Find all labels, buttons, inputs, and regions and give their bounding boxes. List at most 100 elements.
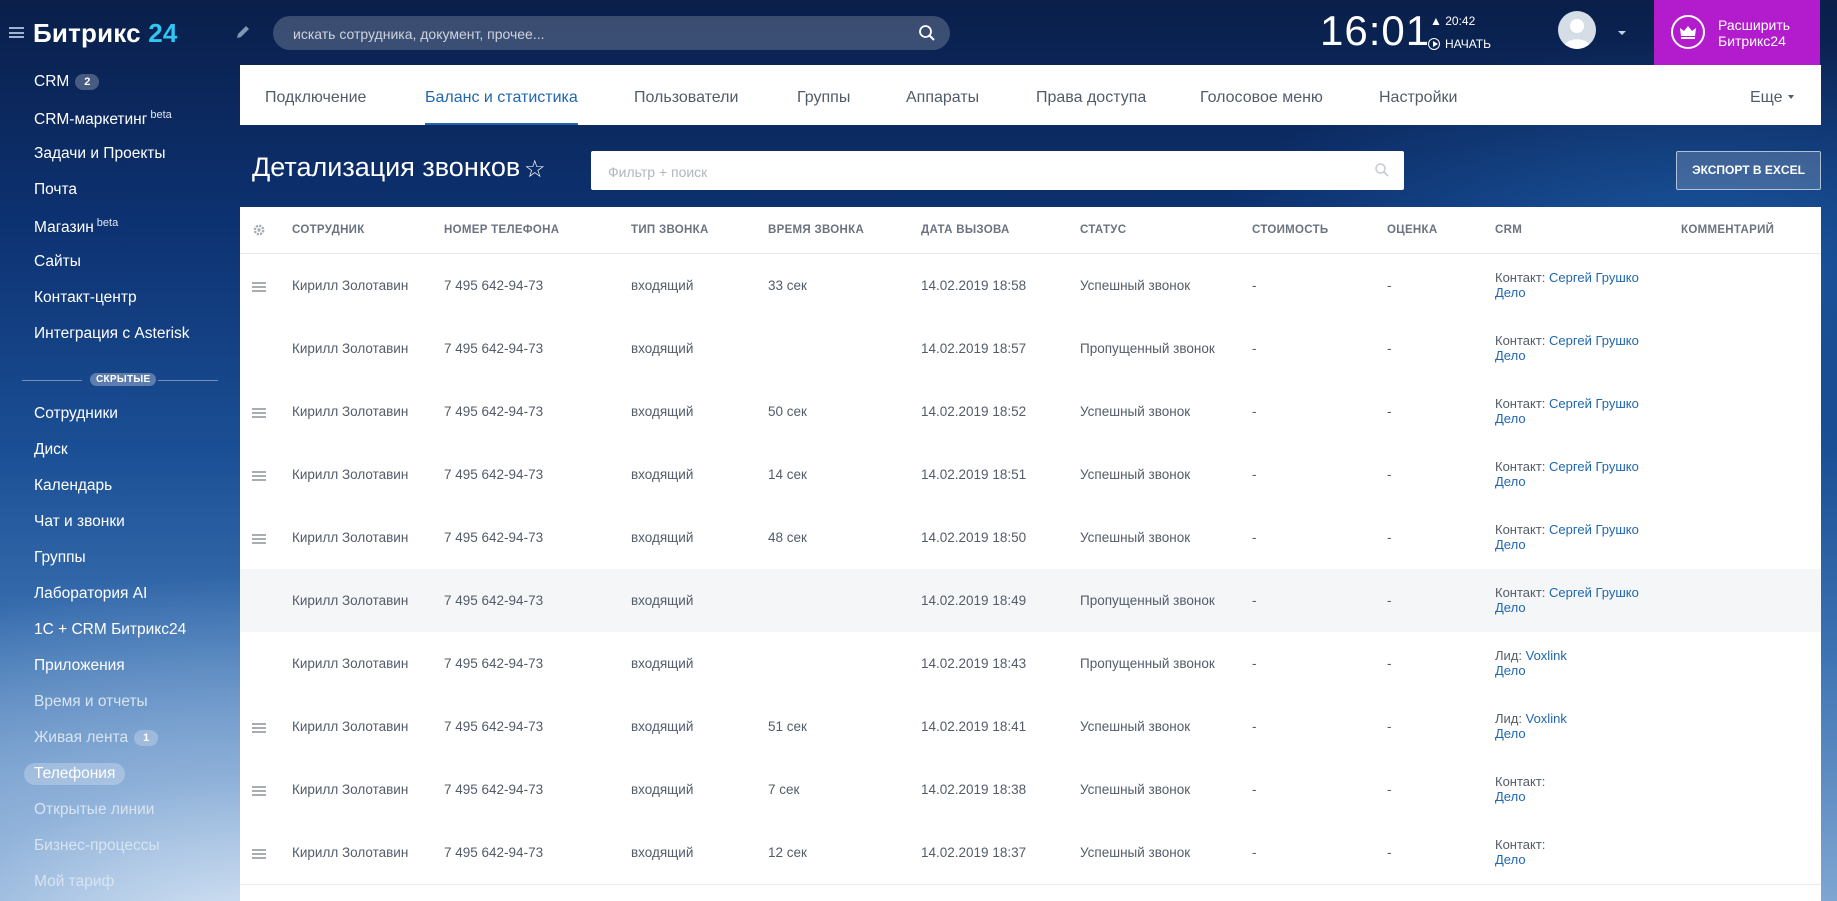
chevron-down-icon[interactable]: [1618, 31, 1626, 35]
sidebar-item-open-lines[interactable]: Открытые линии: [34, 801, 154, 819]
cell-employee: Кирилл Золотавин: [292, 530, 409, 545]
hidden-section-divider[interactable]: СКРЫТЫЕ: [22, 373, 218, 387]
sidebar-item-tasks[interactable]: Задачи и Проекты: [34, 145, 166, 163]
table-row[interactable]: Кирилл Золотавин 7 495 642-94-73 входящий 1…: [240, 443, 1821, 507]
tab-connection[interactable]: Подключение: [265, 65, 366, 125]
crm-deal-link[interactable]: Дело: [1495, 411, 1526, 426]
sidebar-item-bizproc[interactable]: Бизнес-процессы: [34, 837, 160, 855]
sidebar-item-calendar[interactable]: Календарь: [34, 477, 112, 495]
menu-lines-icon[interactable]: [252, 723, 266, 733]
tab-more[interactable]: Еще: [1750, 65, 1794, 131]
table-row[interactable]: Кирилл Золотавин 7 495 642-94-73 входящий 1…: [240, 821, 1821, 885]
search-icon[interactable]: [1374, 162, 1390, 178]
sidebar-item-telephony[interactable]: Телефония: [24, 763, 126, 785]
column-header-comment[interactable]: КОММЕНТАРИЙ: [1681, 224, 1774, 236]
crm-entity-link[interactable]: Сергей Грушко: [1549, 270, 1639, 285]
crm-entity-link[interactable]: Voxlink: [1526, 711, 1567, 726]
sidebar-item-crm-marketing[interactable]: CRM-маркетинг beta: [34, 109, 172, 129]
crm-deal-link[interactable]: Дело: [1495, 348, 1526, 363]
menu-lines-icon[interactable]: [252, 408, 266, 418]
crm-entity-link[interactable]: Voxlink: [1526, 648, 1567, 663]
column-header-rating[interactable]: ОЦЕНКА: [1387, 224, 1437, 236]
sidebar-item-shop[interactable]: Магазин beta: [34, 217, 118, 237]
cell-date: 14.02.2019 18:49: [921, 593, 1027, 608]
upgrade-button[interactable]: Расширить Битрикс24: [1654, 0, 1820, 65]
cell-date: 14.02.2019 18:52: [921, 404, 1027, 419]
avatar[interactable]: [1558, 11, 1596, 49]
menu-icon[interactable]: [9, 27, 24, 38]
crm-entity-link[interactable]: Сергей Грушко: [1549, 396, 1639, 411]
sidebar-item-apps[interactable]: Приложения: [34, 657, 125, 675]
sidebar-item-my-plan[interactable]: Мой тариф: [34, 873, 114, 891]
table-row[interactable]: Кирилл Золотавин 7 495 642-94-73 входящий 1…: [240, 569, 1821, 633]
start-workday-button[interactable]: НАЧАТЬ: [1428, 37, 1491, 51]
sidebar-item-feed[interactable]: Живая лента 1: [34, 729, 159, 747]
table-row[interactable]: Кирилл Золотавин 7 495 642-94-73 входящий 3…: [240, 254, 1821, 318]
sidebar-item-label: Живая лента: [34, 729, 129, 746]
column-header-cost[interactable]: СТОИМОСТЬ: [1252, 224, 1329, 236]
crm-entity-link[interactable]: Сергей Грушко: [1549, 585, 1639, 600]
menu-lines-icon[interactable]: [252, 786, 266, 796]
sidebar-item-time-reports[interactable]: Время и отчеты: [34, 693, 148, 711]
filter-input[interactable]: [606, 151, 1368, 192]
crm-deal-link[interactable]: Дело: [1495, 600, 1526, 615]
menu-lines-icon[interactable]: [252, 471, 266, 481]
sidebar-item-asterisk[interactable]: Интеграция с Asterisk: [34, 325, 190, 343]
global-search[interactable]: [273, 16, 950, 52]
crm-deal-link[interactable]: Дело: [1495, 474, 1526, 489]
tab-users[interactable]: Пользователи: [634, 65, 738, 125]
table-row[interactable]: Кирилл Золотавин 7 495 642-94-73 входящий 4…: [240, 506, 1821, 570]
crm-entity-link[interactable]: Сергей Грушко: [1549, 333, 1639, 348]
sidebar-item-employees[interactable]: Сотрудники: [34, 405, 118, 423]
cell-cost: -: [1252, 719, 1257, 734]
crm-deal-link[interactable]: Дело: [1495, 537, 1526, 552]
column-header-phone[interactable]: НОМЕР ТЕЛЕФОНА: [444, 224, 559, 236]
search-input[interactable]: [291, 16, 904, 52]
sidebar-item-mail[interactable]: Почта: [34, 181, 77, 199]
sidebar-item-crm[interactable]: CRM 2: [34, 73, 100, 91]
column-header-date[interactable]: ДАТА ВЫЗОВА: [921, 224, 1010, 236]
pencil-icon[interactable]: [235, 24, 251, 40]
crm-deal-link[interactable]: Дело: [1495, 663, 1526, 678]
crm-deal-link[interactable]: Дело: [1495, 789, 1526, 804]
crm-deal-link[interactable]: Дело: [1495, 285, 1526, 300]
tab-balance-stats[interactable]: Баланс и статистика: [425, 65, 578, 125]
filter-search[interactable]: [591, 151, 1404, 192]
logo[interactable]: Битрикс 24: [33, 18, 178, 49]
column-header-type[interactable]: ТИП ЗВОНКА: [631, 224, 709, 236]
sidebar-item-chat[interactable]: Чат и звонки: [34, 513, 125, 531]
menu-lines-icon[interactable]: [252, 849, 266, 859]
crm-deal-link[interactable]: Дело: [1495, 852, 1526, 867]
sidebar-item-ai-lab[interactable]: Лаборатория AI: [34, 585, 147, 603]
column-header-crm[interactable]: CRM: [1495, 224, 1522, 236]
column-header-status[interactable]: СТАТУС: [1080, 224, 1126, 236]
table-row[interactable]: Кирилл Золотавин 7 495 642-94-73 входящий 1…: [240, 632, 1821, 696]
column-header-duration[interactable]: ВРЕМЯ ЗВОНКА: [768, 224, 864, 236]
cell-date: 14.02.2019 18:37: [921, 845, 1027, 860]
column-header-employee[interactable]: СОТРУДНИК: [292, 224, 365, 236]
table-row[interactable]: Кирилл Золотавин 7 495 642-94-73 входящий 5…: [240, 695, 1821, 759]
menu-lines-icon[interactable]: [252, 534, 266, 544]
sidebar-item-1c[interactable]: 1С + CRM Битрикс24: [34, 621, 186, 639]
table-row[interactable]: Кирилл Золотавин 7 495 642-94-73 входящий 7…: [240, 758, 1821, 822]
crm-entity-link[interactable]: Сергей Грушко: [1549, 522, 1639, 537]
gear-icon[interactable]: [252, 223, 266, 237]
crm-deal-link[interactable]: Дело: [1495, 726, 1526, 741]
sidebar-item-sites[interactable]: Сайты: [34, 253, 81, 271]
crm-entity-link[interactable]: Сергей Грушко: [1549, 459, 1639, 474]
table-row[interactable]: Кирилл Золотавин 7 495 642-94-73 входящий 5…: [240, 380, 1821, 444]
tab-devices[interactable]: Аппараты: [906, 65, 979, 125]
tab-settings[interactable]: Настройки: [1379, 65, 1457, 125]
tab-access-rights[interactable]: Права доступа: [1036, 65, 1146, 125]
search-icon[interactable]: [918, 24, 936, 42]
sidebar-item-contact-center[interactable]: Контакт-центр: [34, 289, 137, 307]
tab-voice-menu[interactable]: Голосовое меню: [1200, 65, 1323, 125]
table-row[interactable]: Кирилл Золотавин 7 495 642-94-73 входящий 1…: [240, 317, 1821, 381]
star-icon[interactable]: ☆: [524, 155, 546, 184]
tab-groups[interactable]: Группы: [797, 65, 850, 125]
menu-lines-icon[interactable]: [252, 282, 266, 292]
sidebar-item-disk[interactable]: Диск: [34, 441, 68, 459]
export-excel-button[interactable]: ЭКСПОРТ В EXCEL: [1676, 151, 1821, 190]
sidebar-item-groups[interactable]: Группы: [34, 549, 86, 567]
cell-phone: 7 495 642-94-73: [444, 404, 544, 419]
